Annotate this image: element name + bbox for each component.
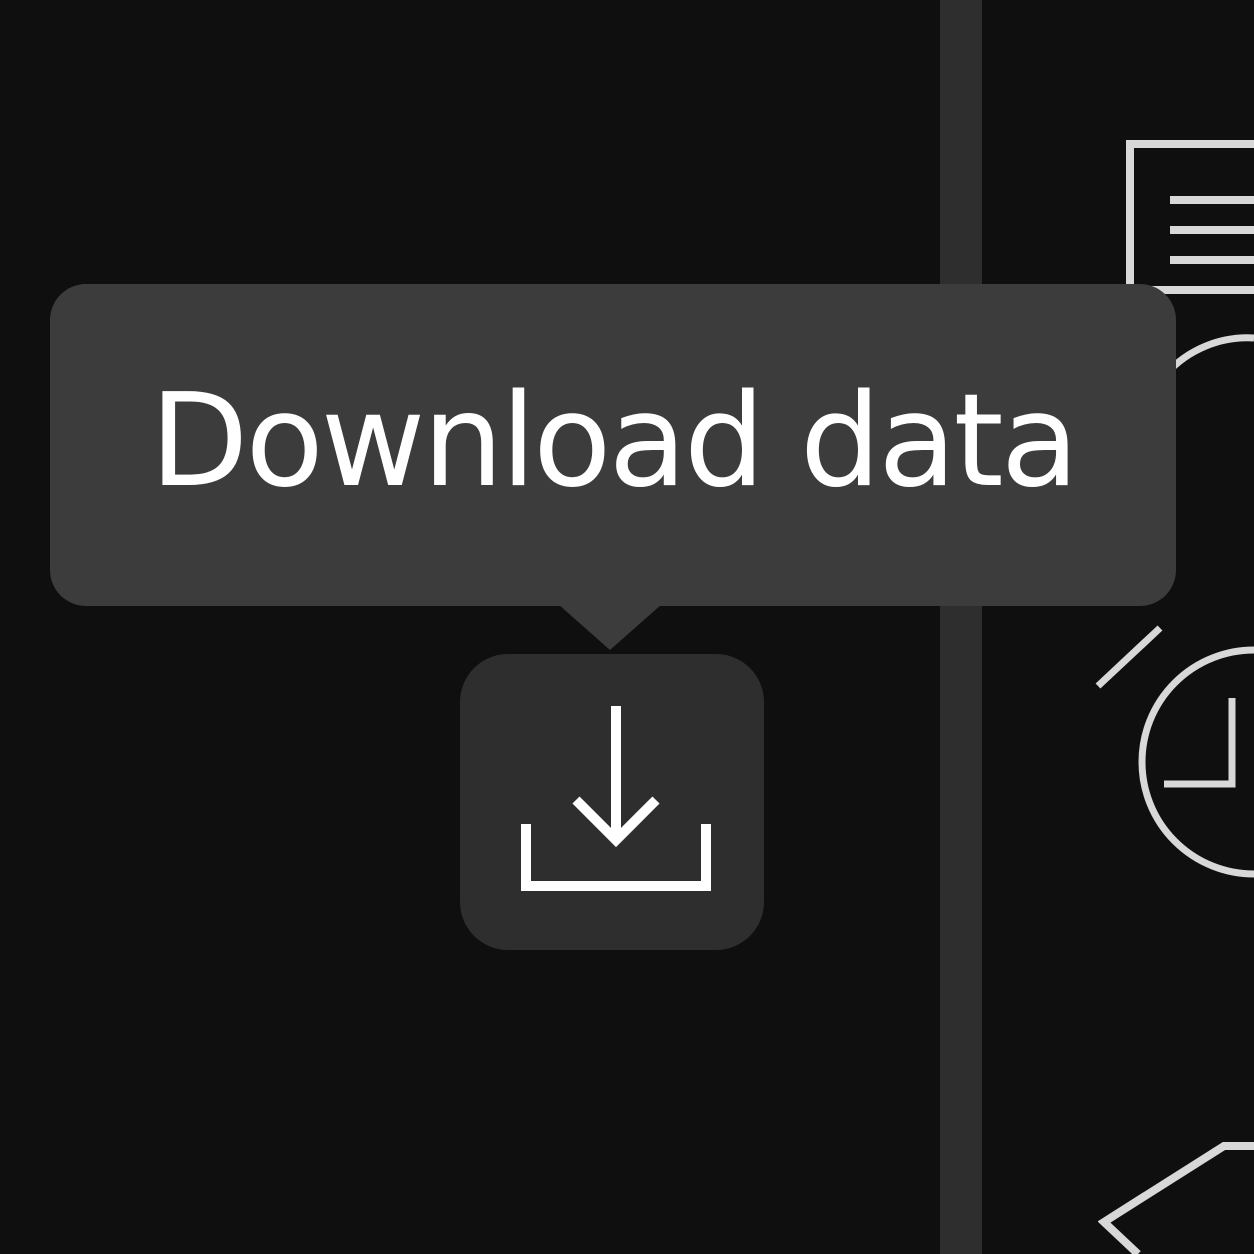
tooltip: Download data	[50, 284, 1176, 606]
right-toolbar	[982, 0, 1254, 1254]
panel-divider[interactable]	[940, 0, 982, 1254]
download-icon	[521, 706, 711, 891]
diamond-icon[interactable]	[1098, 1140, 1254, 1254]
screen: Download data	[0, 0, 1254, 1254]
alarm-clock-icon[interactable]	[1092, 620, 1254, 890]
tooltip-arrow	[558, 604, 662, 650]
download-button[interactable]	[460, 654, 764, 950]
tooltip-text: Download data	[149, 367, 1079, 516]
